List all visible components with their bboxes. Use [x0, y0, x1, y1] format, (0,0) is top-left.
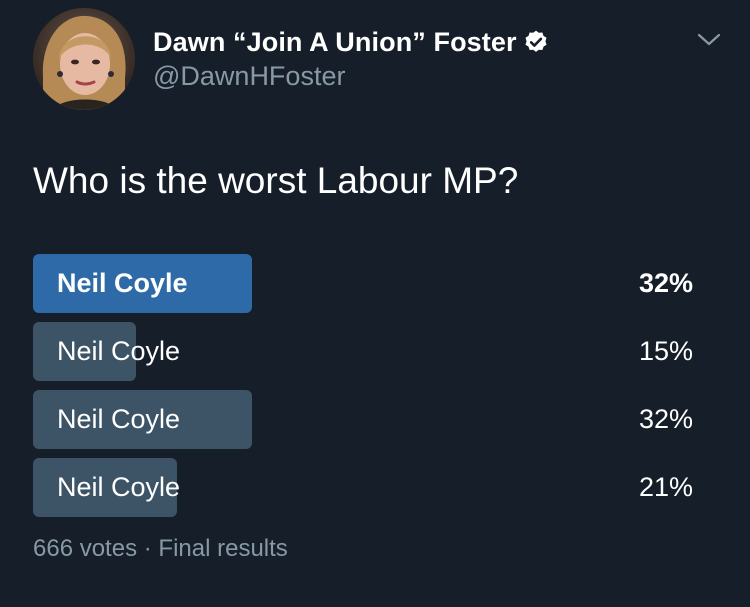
poll-option-label: Neil Coyle: [57, 472, 181, 502]
poll-status: Final results: [158, 535, 288, 562]
poll-footer: 666 votes · Final results: [33, 535, 288, 563]
poll-option: Neil Coyle 32%: [33, 254, 697, 313]
user-handle[interactable]: @DawnHFoster: [153, 61, 549, 92]
poll-option-label: Neil Coyle: [57, 268, 188, 298]
display-name[interactable]: Dawn “Join A Union” Foster: [153, 27, 517, 58]
poll-question: Who is the worst Labour MP?: [33, 160, 519, 201]
poll-vote-count: 666 votes: [33, 535, 138, 562]
avatar-photo: [33, 8, 135, 110]
poll-option-percent: 21%: [638, 472, 693, 502]
poll-option-percent: 15%: [638, 336, 693, 366]
poll-option-label: Neil Coyle: [57, 404, 181, 434]
poll-footer-separator: ·: [143, 535, 152, 562]
poll-options: Neil Coyle 32% Neil Coyle 15% Neil Coyle…: [33, 254, 697, 526]
verified-badge-icon: [523, 29, 549, 55]
poll-option: Neil Coyle 21%: [33, 458, 697, 517]
poll-option-label: Neil Coyle: [57, 336, 181, 366]
poll-option-percent: 32%: [638, 268, 693, 298]
tweet-header: Dawn “Join A Union” Foster @DawnHFoster: [33, 8, 728, 112]
poll-option-percent: 32%: [638, 404, 693, 434]
chevron-down-icon[interactable]: [696, 30, 722, 50]
poll-option: Neil Coyle 15%: [33, 322, 697, 381]
avatar[interactable]: [33, 8, 135, 110]
display-name-row: Dawn “Join A Union” Foster: [153, 25, 549, 59]
author-info: Dawn “Join A Union” Foster @DawnHFoster: [153, 25, 549, 92]
poll-option: Neil Coyle 32%: [33, 390, 697, 449]
